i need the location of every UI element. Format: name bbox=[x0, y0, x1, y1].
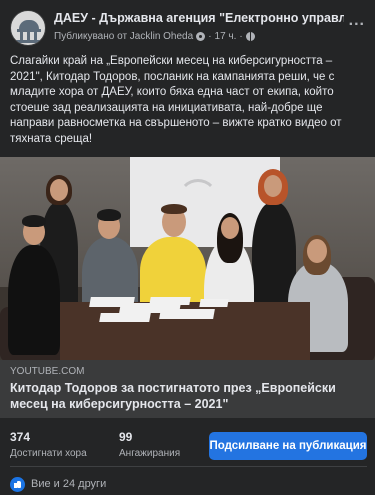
link-preview[interactable]: YOUTUBE.COM Китодар Тодоров за постигнат… bbox=[0, 360, 375, 418]
more-options-icon[interactable]: ... bbox=[349, 13, 365, 29]
boost-post-button[interactable]: Подсилване на публикация bbox=[209, 432, 367, 460]
post-time[interactable]: 17 ч. bbox=[215, 31, 237, 42]
divider bbox=[10, 466, 367, 467]
reactions-summary[interactable]: Вие и 24 други bbox=[10, 476, 106, 492]
reached-stat[interactable]: 374 Достигнати хора bbox=[10, 430, 87, 459]
globe-icon bbox=[245, 31, 255, 41]
page-avatar[interactable] bbox=[10, 10, 46, 46]
like-icon bbox=[10, 476, 25, 492]
link-title[interactable]: Китодар Тодоров за постигнатото през „Ев… bbox=[10, 380, 365, 412]
post-header: ДАЕУ - Държавна агенция "Електронно упра… bbox=[10, 10, 365, 46]
link-domain: YOUTUBE.COM bbox=[10, 366, 85, 377]
published-by[interactable]: Публикувано от Jacklin Oheda bbox=[54, 31, 193, 42]
engagements-count: 99 bbox=[119, 430, 133, 444]
reached-count: 374 bbox=[10, 430, 31, 444]
post-card: ДАЕУ - Държавна агенция "Електронно упра… bbox=[0, 0, 375, 495]
reactions-text: Вие и 24 други bbox=[31, 478, 107, 490]
page-name-link[interactable]: ДАЕУ - Държавна агенция "Електронно упра… bbox=[54, 11, 344, 25]
post-stats: 374 Достигнати хора 99 Ангажирания Подси… bbox=[0, 418, 375, 462]
post-meta: Публикувано от Jacklin Oheda · 17 ч. · bbox=[54, 29, 255, 43]
engagements-stat[interactable]: 99 Ангажирания bbox=[119, 430, 180, 459]
video-thumbnail[interactable] bbox=[0, 157, 375, 360]
post-text: Слагайки край на „Европейски месец на ки… bbox=[10, 55, 342, 145]
gear-icon bbox=[196, 31, 206, 41]
engagements-label: Ангажирания bbox=[119, 448, 181, 459]
reached-label: Достигнати хора bbox=[10, 448, 87, 459]
